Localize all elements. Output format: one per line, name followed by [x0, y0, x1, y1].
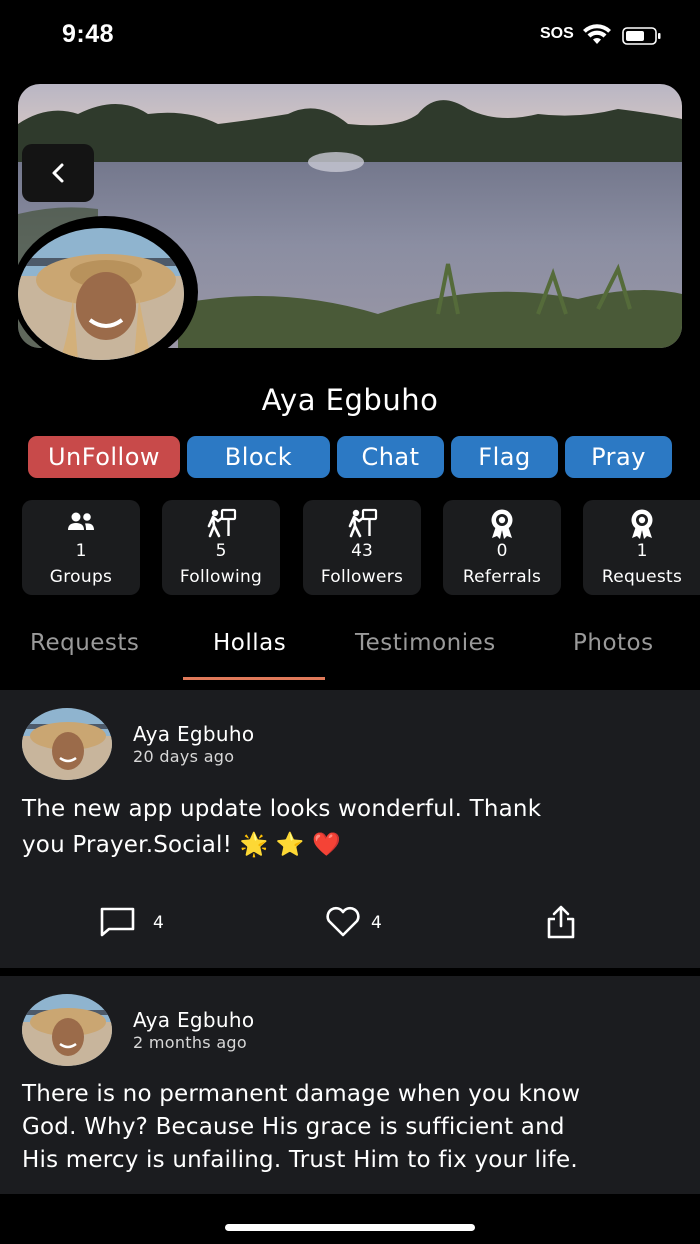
sos-indicator: SOS — [540, 25, 574, 42]
post-card: Aya Egbuho 20 days ago The new app updat… — [0, 690, 700, 968]
status-time: 9:48 — [62, 20, 115, 48]
back-button[interactable] — [22, 144, 94, 202]
like-count: 4 — [371, 913, 382, 933]
groups-icon — [68, 512, 94, 530]
block-button[interactable]: Block — [187, 436, 330, 478]
chat-button[interactable]: Chat — [337, 436, 444, 478]
action-buttons: UnFollow Block Chat Flag Pray — [0, 436, 700, 478]
followers-count: 43 — [351, 541, 373, 561]
referrals-badge-icon — [491, 509, 513, 539]
post-text-line: you Prayer.Social! 🌟 ⭐ ❤️ — [22, 832, 342, 858]
tab-photos[interactable]: Photos — [573, 630, 654, 656]
following-label: Following — [179, 567, 263, 587]
stat-requests[interactable]: 1 Requests — [583, 500, 700, 595]
requests-count: 1 — [636, 541, 648, 561]
following-count: 5 — [215, 541, 227, 561]
followers-icon — [348, 508, 378, 538]
requests-label: Requests — [601, 567, 683, 587]
post-text-line: God. Why? Because His grace is sufficien… — [22, 1114, 565, 1140]
post-text-line: The new app update looks wonderful. Than… — [22, 796, 542, 822]
followers-label: Followers — [320, 567, 404, 587]
battery-icon — [622, 27, 661, 45]
requests-badge-icon — [631, 509, 653, 539]
post-timestamp: 20 days ago — [133, 747, 235, 766]
stat-groups[interactable]: 1 Groups — [22, 500, 140, 595]
tab-hollas[interactable]: Hollas — [213, 630, 286, 656]
tab-requests[interactable]: Requests — [30, 630, 139, 656]
flag-button[interactable]: Flag — [451, 436, 558, 478]
groups-label: Groups — [49, 567, 113, 587]
post-text-line: His mercy is unfailing. Trust Him to fix… — [22, 1147, 578, 1173]
chevron-left-icon — [52, 163, 64, 183]
post-body: The new app update looks wonderful. Than… — [22, 791, 682, 863]
post-card: Aya Egbuho 2 months ago There is no perm… — [0, 976, 700, 1194]
active-tab-indicator — [183, 677, 325, 680]
unfollow-button[interactable]: UnFollow — [28, 436, 180, 478]
groups-count: 1 — [75, 541, 87, 561]
status-bar: 9:48 SOS — [0, 0, 700, 72]
tab-testimonies[interactable]: Testimonies — [355, 630, 496, 656]
stat-followers[interactable]: 43 Followers — [303, 500, 421, 595]
referrals-label: Referrals — [462, 567, 542, 587]
stat-following[interactable]: 5 Following — [162, 500, 280, 595]
avatar[interactable] — [22, 994, 112, 1066]
stat-referrals[interactable]: 0 Referrals — [443, 500, 561, 595]
comment-count: 4 — [153, 913, 164, 933]
profile-avatar[interactable] — [18, 228, 184, 360]
post-text-line: There is no permanent damage when you kn… — [22, 1081, 581, 1107]
post-body: There is no permanent damage when you kn… — [22, 1078, 682, 1177]
following-icon — [207, 508, 237, 538]
post-timestamp: 2 months ago — [133, 1033, 247, 1052]
profile-name: Aya Egbuho — [261, 383, 439, 417]
comment-icon[interactable] — [99, 906, 137, 938]
avatar[interactable] — [22, 708, 112, 780]
post-author[interactable]: Aya Egbuho — [133, 722, 254, 746]
wifi-icon — [583, 24, 611, 44]
pray-button[interactable]: Pray — [565, 436, 672, 478]
share-icon[interactable] — [545, 904, 577, 940]
referrals-count: 0 — [496, 541, 508, 561]
home-indicator[interactable] — [225, 1224, 475, 1231]
post-author[interactable]: Aya Egbuho — [133, 1008, 254, 1032]
heart-icon[interactable] — [324, 906, 362, 938]
